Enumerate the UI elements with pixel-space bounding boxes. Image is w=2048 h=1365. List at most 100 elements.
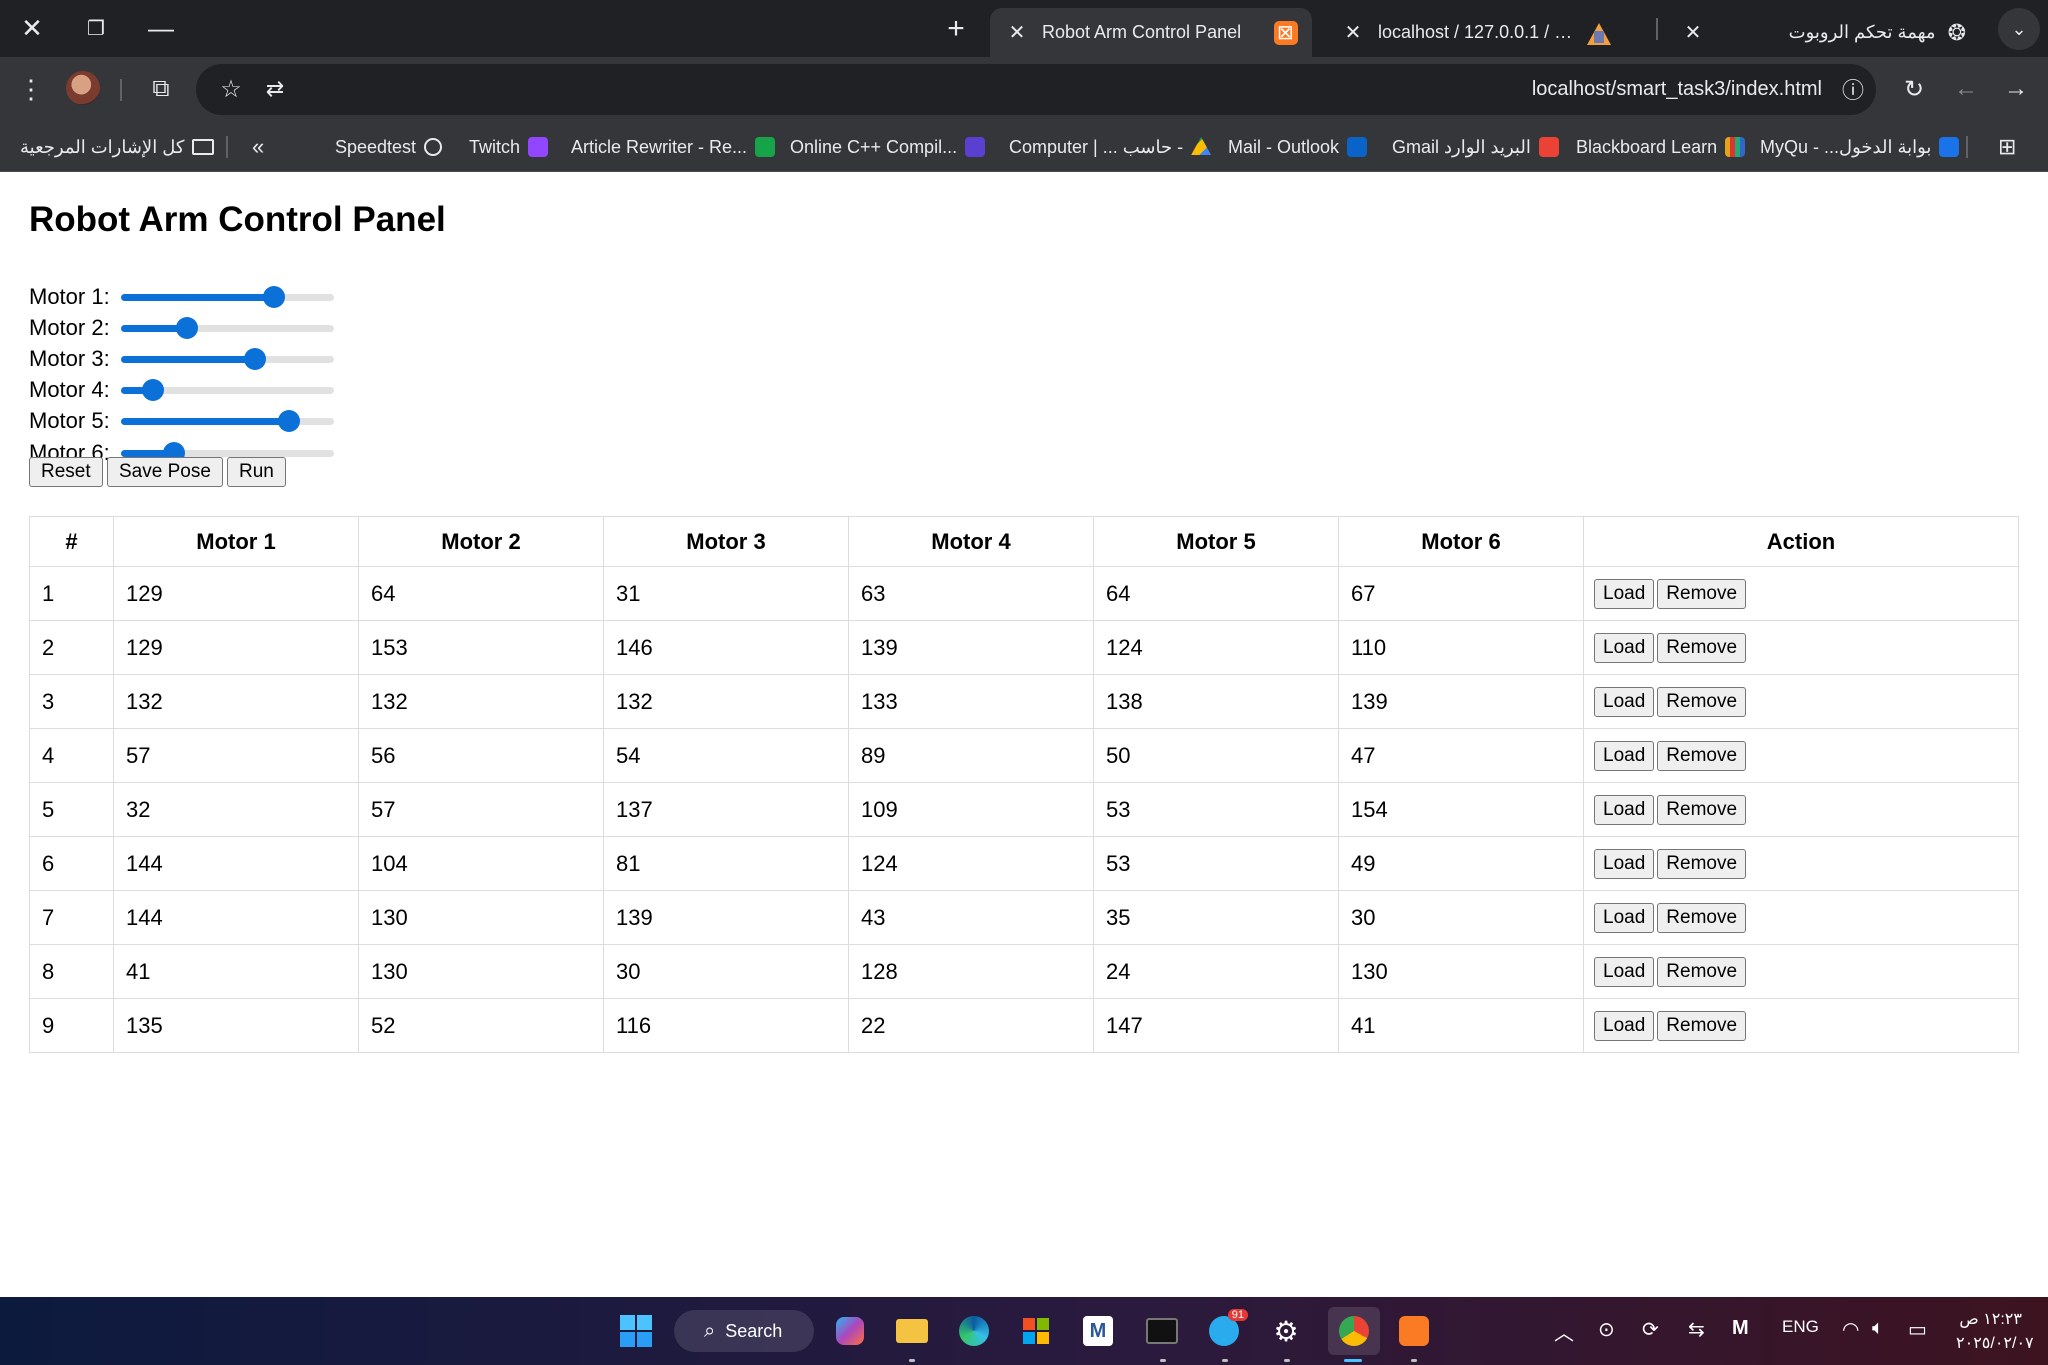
rewriter-icon — [755, 137, 776, 157]
bookmark-twitch[interactable]: Twitch — [469, 134, 549, 160]
load-button[interactable]: Load — [1594, 902, 1655, 933]
phpmyadmin-icon — [1586, 21, 1612, 45]
wifi-icon[interactable]: ◠ — [1842, 1317, 1859, 1342]
motor-value-cell: 139 — [603, 890, 849, 945]
all-bookmarks-button[interactable]: كل الإشارات المرجعية — [20, 134, 215, 160]
load-button[interactable]: Load — [1594, 956, 1655, 987]
apps-grid-icon[interactable]: ⊞ — [1998, 134, 2016, 160]
close-tab-icon[interactable]: ✕ — [1004, 20, 1030, 45]
taskbar-search[interactable]: ⌕ Search — [674, 1310, 814, 1352]
tray-controls-icon[interactable]: ⇆ — [1688, 1317, 1705, 1342]
motor-value-cell: 67 — [1338, 566, 1584, 621]
motor-value-cell: 130 — [358, 890, 604, 945]
sync-icon[interactable]: ⟳ — [1642, 1317, 1659, 1342]
forward-arrow-icon[interactable]: → — [1995, 68, 2037, 110]
tray-mail-icon[interactable]: M — [1732, 1317, 1749, 1340]
extensions-icon[interactable]: ⧉ — [140, 68, 182, 110]
load-button[interactable]: Load — [1594, 794, 1655, 825]
close-window-icon[interactable]: ✕ — [2, 0, 62, 57]
remove-button[interactable]: Remove — [1657, 740, 1747, 771]
remove-button[interactable]: Remove — [1657, 794, 1747, 825]
close-tab-icon[interactable]: ✕ — [1680, 20, 1706, 45]
copilot-icon[interactable] — [828, 1309, 872, 1353]
back-arrow-icon[interactable]: ← — [1945, 68, 1987, 110]
profile-avatar[interactable] — [66, 71, 100, 105]
load-button[interactable]: Load — [1594, 848, 1655, 879]
minimize-window-icon[interactable]: — — [131, 0, 191, 57]
translate-icon[interactable]: ⇄ — [254, 68, 296, 110]
xampp-taskbar-icon[interactable] — [1392, 1309, 1436, 1353]
mail-app-icon[interactable]: M — [1076, 1309, 1120, 1353]
settings-gear-icon[interactable]: ⚙ — [1264, 1309, 1308, 1353]
load-button[interactable]: Load — [1594, 578, 1655, 609]
site-info-icon[interactable]: ⓘ — [1832, 68, 1874, 110]
motor-2-slider[interactable] — [121, 316, 334, 339]
bookmark-outlook[interactable]: Mail - Outlook — [1228, 134, 1368, 160]
close-tab-icon[interactable]: ✕ — [1340, 20, 1366, 45]
tray-app-icon[interactable]: ⊙ — [1598, 1317, 1615, 1342]
language-indicator[interactable]: ENG — [1782, 1317, 1819, 1337]
slider-thumb[interactable] — [278, 410, 301, 433]
clock[interactable]: ١٢:٢٣ ص ٢٠٢٥/٠٢/٠٧ — [1956, 1309, 2034, 1353]
save-pose-button[interactable]: Save Pose — [107, 457, 223, 487]
windows-start-icon[interactable] — [614, 1309, 658, 1353]
bookmark-gmail[interactable]: Gmail البريد الوارد — [1392, 134, 1559, 160]
slider-thumb[interactable] — [176, 316, 199, 339]
new-tab-icon[interactable]: + — [926, 0, 986, 57]
remove-button[interactable]: Remove — [1657, 902, 1747, 933]
pose-index-cell: 2 — [29, 620, 114, 675]
remove-button[interactable]: Remove — [1657, 1010, 1747, 1041]
motor-3-slider[interactable] — [121, 347, 334, 370]
motor-label: Motor 5: — [29, 408, 110, 434]
tab-robot-arm-control-panel[interactable]: ✕ Robot Arm Control Panel — [990, 8, 1312, 57]
slider-thumb[interactable] — [263, 285, 286, 308]
motor-4-slider[interactable] — [121, 379, 334, 402]
battery-icon[interactable]: ▭ — [1908, 1317, 1927, 1342]
telegram-icon[interactable]: 91 — [1202, 1309, 1248, 1353]
motor-value-cell: 50 — [1093, 728, 1339, 783]
pose-index-cell: 7 — [29, 890, 114, 945]
action-cell: Load Remove — [1583, 890, 2019, 945]
bookmark-article-rewriter[interactable]: Article Rewriter - Re... — [571, 134, 776, 160]
load-button[interactable]: Load — [1594, 686, 1655, 717]
file-explorer-icon[interactable] — [890, 1309, 934, 1353]
motor-value-cell: 132 — [358, 674, 604, 729]
load-button[interactable]: Load — [1594, 1010, 1655, 1041]
bookmark-online-cpp[interactable]: Online C++ Compil... — [790, 134, 986, 160]
reload-icon[interactable]: ↻ — [1893, 68, 1935, 110]
run-button[interactable]: Run — [227, 457, 286, 487]
store-icon[interactable] — [1014, 1309, 1058, 1353]
edge-icon[interactable] — [952, 1309, 996, 1353]
bookmark-star-icon[interactable]: ☆ — [210, 68, 252, 110]
motor-5-slider[interactable] — [121, 410, 334, 433]
remove-button[interactable]: Remove — [1657, 848, 1747, 879]
slider-thumb[interactable] — [141, 379, 164, 402]
tab-phpmyadmin[interactable]: ✕ localhost / 127.0.0.1 / robot_arm — [1326, 8, 1626, 57]
pose-index-cell: 4 — [29, 728, 114, 783]
tab-robot-task-arabic[interactable]: ✕ مهمة تحكم الروبوت ❂ — [1666, 8, 1980, 57]
tab-title: مهمة تحكم الروبوت — [1788, 22, 1936, 42]
bookmark-computer[interactable]: Computer | ... حاسب - — [1009, 134, 1212, 160]
restore-window-icon[interactable]: ❐ — [66, 0, 126, 57]
reset-button[interactable]: Reset — [29, 457, 103, 487]
remove-button[interactable]: Remove — [1657, 632, 1747, 663]
menu-kebab-icon[interactable]: ⋮ — [10, 68, 52, 110]
url-text[interactable]: localhost/smart_task3/index.html — [1532, 78, 1822, 101]
remove-button[interactable]: Remove — [1657, 956, 1747, 987]
terminal-icon[interactable] — [1140, 1309, 1184, 1353]
bookmark-myqu[interactable]: MyQu - ...بوابة الدخول — [1760, 134, 1960, 160]
chrome-icon[interactable] — [1328, 1307, 1380, 1355]
bookmark-label: Speedtest — [335, 136, 417, 157]
slider-thumb[interactable] — [244, 347, 267, 370]
tab-search-chevron-icon[interactable]: ⌄ — [1998, 8, 2040, 50]
more-bookmarks-chevron-icon[interactable]: « — [252, 134, 264, 160]
load-button[interactable]: Load — [1594, 740, 1655, 771]
load-button[interactable]: Load — [1594, 632, 1655, 663]
bookmark-speedtest[interactable]: Speedtest — [335, 134, 443, 160]
volume-icon[interactable]: 🔈︎ — [1872, 1317, 1884, 1340]
motor-1-slider[interactable] — [121, 285, 334, 308]
bookmark-blackboard[interactable]: Blackboard Learn — [1576, 134, 1746, 160]
remove-button[interactable]: Remove — [1657, 578, 1747, 609]
show-hidden-icons-chevron-icon[interactable]: ︿ — [1554, 1317, 1574, 1346]
remove-button[interactable]: Remove — [1657, 686, 1747, 717]
